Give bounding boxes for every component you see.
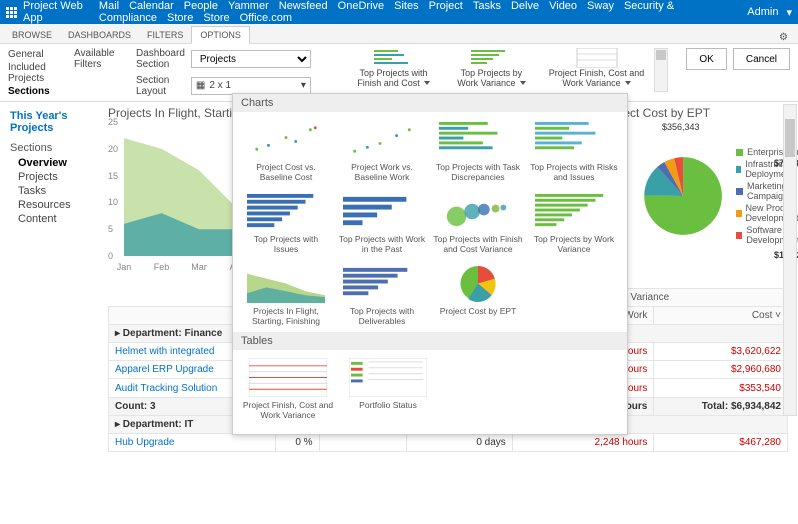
table-option[interactable]: Project Finish, Cost and Work Variance — [241, 356, 335, 426]
nav-content[interactable]: Content — [10, 212, 98, 226]
chart-option[interactable]: Top Projects with Issues — [241, 190, 331, 260]
pie-chart-card: Project Cost by EPT $356,343 $7,768,960 … — [602, 106, 798, 282]
chart-option[interactable]: Project Work vs. Baseline Work — [337, 118, 427, 188]
col-cost[interactable]: Cost ˅ — [654, 307, 788, 325]
chartlink-work-variance[interactable]: Top Projects by Work Variance — [450, 48, 533, 88]
topnav-mail[interactable]: Mail — [99, 0, 119, 12]
chartlink-finish-cost[interactable]: Top Projects with Finish and Cost — [349, 48, 438, 88]
dash-section-select[interactable]: Projects — [191, 50, 311, 68]
nav-projects[interactable]: Projects — [10, 170, 98, 184]
chart-option[interactable]: Top Projects with Risks and Issues — [529, 118, 619, 188]
chart-option[interactable]: Project Cost by EPT — [433, 262, 523, 332]
ribbon-tabs: ⚙ BROWSEDASHBOARDSFILTERSOPTIONS — [0, 24, 798, 44]
chart-picker-overlay: Charts Project Cost vs. Baseline CostPro… — [232, 93, 628, 435]
sections-header: Sections — [10, 142, 98, 154]
app-brand[interactable]: Project Web App — [6, 0, 87, 24]
topnav-project[interactable]: Project — [429, 0, 463, 12]
chart-option[interactable]: Top Projects with Work in the Past — [337, 190, 427, 260]
dash-section-label: Dashboard Section — [136, 48, 185, 70]
ribbon-tab-browse[interactable]: BROWSE — [4, 27, 60, 43]
topnav-delve[interactable]: Delve — [511, 0, 539, 12]
topnav-sites[interactable]: Sites — [394, 0, 418, 12]
chartlink-finish-cost-work[interactable]: Project Finish, Cost and Work Variance — [545, 48, 649, 88]
chart-option[interactable]: Top Projects with Deliverables — [337, 262, 427, 332]
group-included-projects[interactable]: Included Projects — [8, 61, 58, 85]
overlay-section-tables: Tables — [233, 332, 627, 350]
chart-option[interactable]: Projects In Flight, Starting, Finishing — [241, 262, 331, 332]
ribbon-tab-filters[interactable]: FILTERS — [139, 27, 191, 43]
ribbon-left-group: General Included Projects Sections — [8, 48, 58, 97]
nav-resources[interactable]: Resources — [10, 198, 98, 212]
topnav-sway[interactable]: Sway — [587, 0, 614, 12]
pie-callout-1: $356,343 — [662, 122, 700, 132]
topnav-yammer[interactable]: Yammer — [228, 0, 269, 12]
top-nav-links: Mail Calendar People Yammer Newsfeed OneDrive… — [99, 0, 739, 24]
group-general[interactable]: General — [8, 48, 58, 61]
pie-chart — [642, 141, 724, 251]
ribbon-tab-options[interactable]: OPTIONS — [191, 26, 250, 44]
pie-chart-title: Project Cost by EPT — [602, 106, 798, 120]
topnav-store[interactable]: Store — [203, 12, 229, 24]
chart-option[interactable]: Project Cost vs. Baseline Cost — [241, 118, 331, 188]
topnav-video[interactable]: Video — [549, 0, 577, 12]
topnav-calendar[interactable]: Calendar — [129, 0, 174, 12]
left-nav: This Year's Projects Sections OverviewPr… — [0, 102, 108, 524]
cancel-button[interactable]: Cancel — [733, 48, 790, 70]
top-navbar: Project Web App Mail Calendar People Yammer… — [0, 0, 798, 24]
app-launcher-icon[interactable] — [6, 7, 17, 18]
gear-icon[interactable]: ⚙ — [779, 32, 788, 43]
table-option[interactable]: Portfolio Status — [341, 356, 435, 426]
ok-button[interactable]: OK — [686, 48, 726, 70]
app-title: Project Web App — [23, 0, 87, 24]
group-sections[interactable]: Sections — [8, 85, 58, 98]
topnav-office-com[interactable]: Office.com — [240, 12, 292, 24]
topnav-tasks[interactable]: Tasks — [473, 0, 501, 12]
chart-option[interactable]: Top Projects with Task Discrepancies — [433, 118, 523, 188]
admin-link[interactable]: Admin — [747, 6, 778, 18]
group-available-filters[interactable]: Available Filters — [74, 48, 120, 97]
ribbon-tab-dashboards[interactable]: DASHBOARDS — [60, 27, 139, 43]
dashboard-controls: Dashboard Section Projects Section Layou… — [136, 48, 311, 97]
nav-overview[interactable]: Overview — [10, 156, 98, 170]
topnav-store[interactable]: Store — [167, 12, 193, 24]
scrollbar-vertical-ribbon[interactable] — [654, 48, 668, 92]
scrollbar-vertical[interactable] — [783, 104, 797, 416]
chevron-down-icon[interactable]: ▾ — [786, 6, 792, 19]
project-view-title[interactable]: This Year's Projects — [10, 110, 98, 134]
topnav-newsfeed[interactable]: Newsfeed — [279, 0, 328, 12]
topnav-onedrive[interactable]: OneDrive — [338, 0, 384, 12]
layout-label: Section Layout — [136, 75, 185, 97]
overlay-section-charts: Charts — [233, 94, 627, 112]
table-row[interactable]: Hub Upgrade0 %0 days2,248 hours$467,280 — [109, 434, 788, 452]
topnav-people[interactable]: People — [184, 0, 218, 12]
nav-tasks[interactable]: Tasks — [10, 184, 98, 198]
chart-option[interactable]: Top Projects by Work Variance — [529, 190, 619, 260]
chart-option[interactable]: Top Projects with Finish and Cost Varian… — [433, 190, 523, 260]
